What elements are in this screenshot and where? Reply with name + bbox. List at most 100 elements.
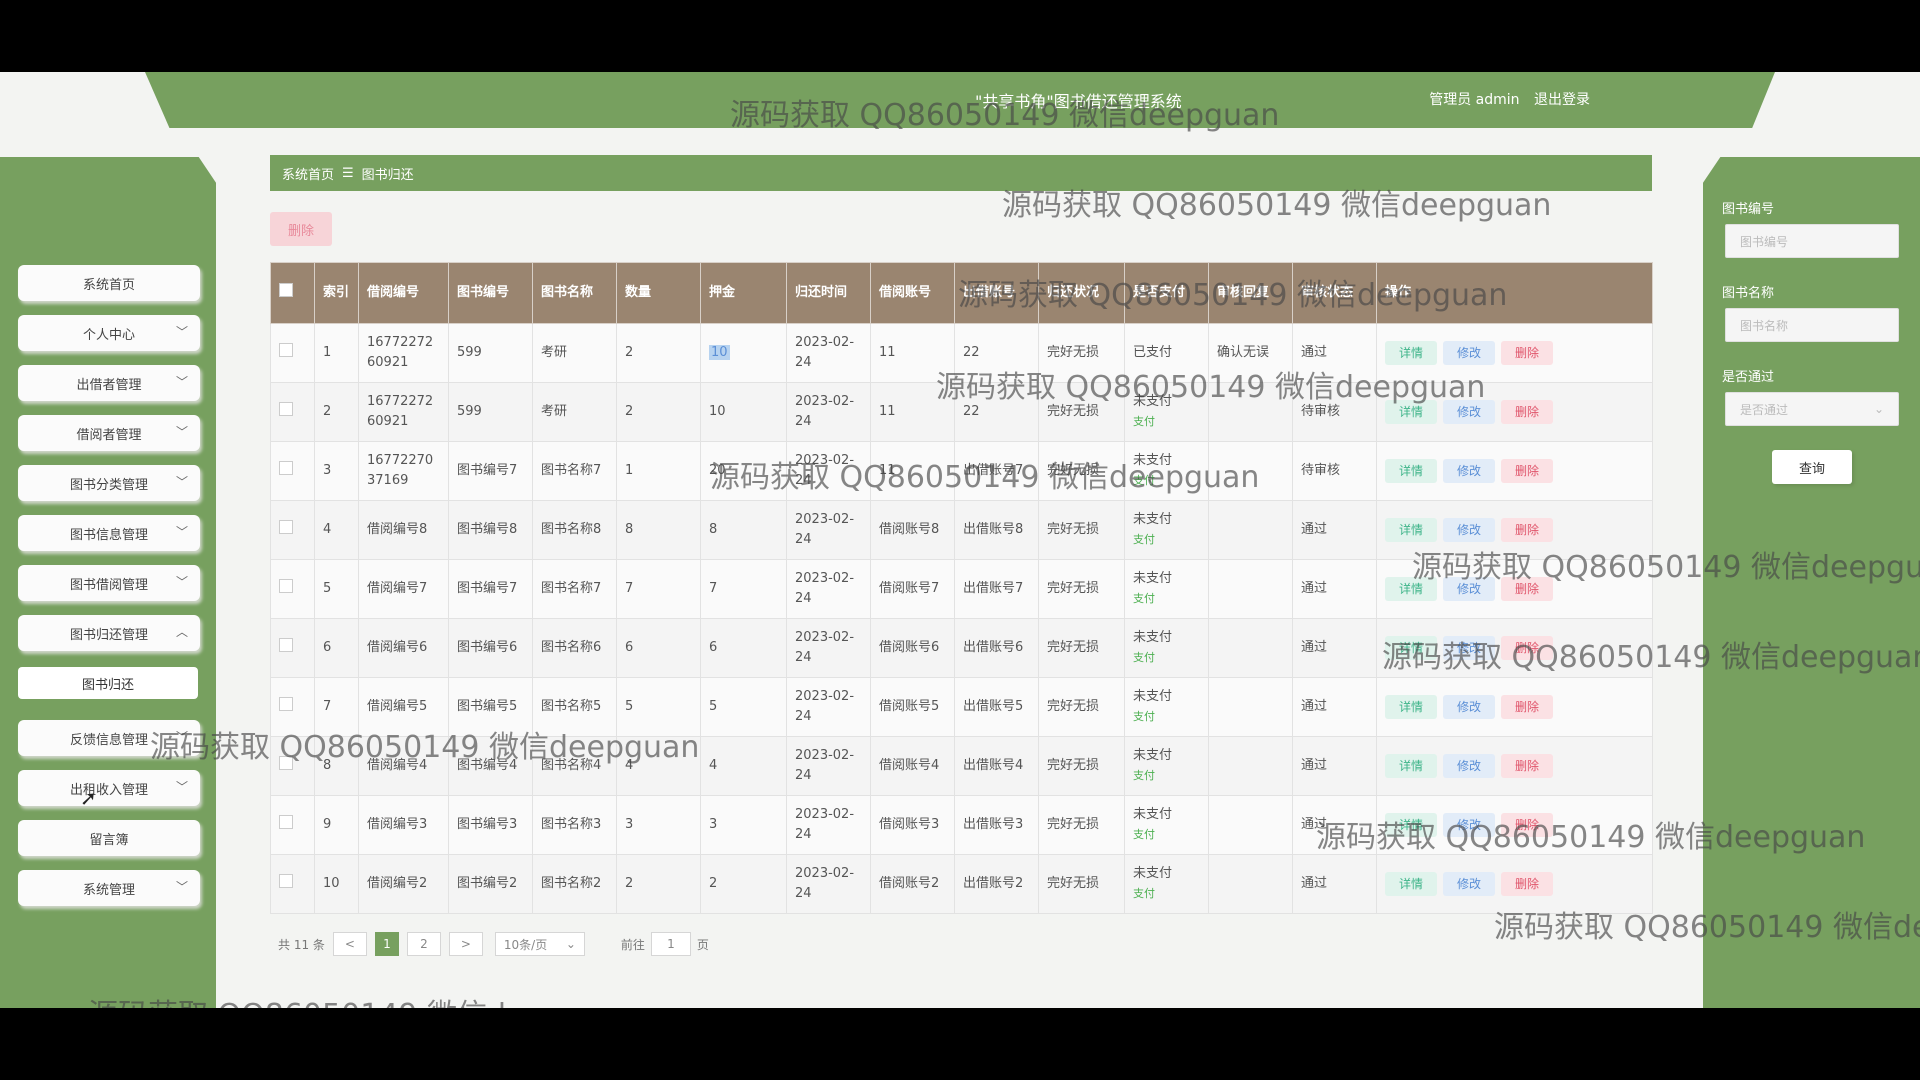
cell-text: 10 xyxy=(323,876,340,891)
prev-page-button[interactable]: < xyxy=(332,932,367,956)
sidebar-item[interactable]: 图书归还管理 ︿ xyxy=(18,615,200,651)
page-button-2[interactable]: 2 xyxy=(406,932,441,956)
cell-deposit: 3 xyxy=(700,795,787,855)
chevron-down-icon: ﹀ xyxy=(175,880,188,894)
row-checkbox[interactable] xyxy=(270,559,315,619)
sidebar-item[interactable]: 系统首页 xyxy=(18,265,200,301)
edit-button[interactable]: 修改 xyxy=(1443,636,1495,660)
breadcrumb-home[interactable]: 系统首页 xyxy=(282,164,334,183)
sidebar-item[interactable]: 留言簿 xyxy=(18,820,200,856)
edit-button[interactable]: 修改 xyxy=(1443,872,1495,896)
select-all-checkbox[interactable] xyxy=(270,262,315,324)
edit-button[interactable]: 修改 xyxy=(1443,695,1495,719)
cell-borrow-no: 借阅编号6 xyxy=(358,618,449,678)
pay-link[interactable]: 支付 xyxy=(1133,707,1200,727)
cell-text: 9 xyxy=(323,817,332,832)
delete-button[interactable]: 删除 xyxy=(1501,341,1553,365)
delete-button[interactable]: 删除 xyxy=(1501,400,1553,424)
edit-button[interactable]: 修改 xyxy=(1443,577,1495,601)
query-button[interactable]: 查询 xyxy=(1772,450,1852,484)
delete-button[interactable]: 删除 xyxy=(1501,813,1553,837)
goto-page-input[interactable]: 1 xyxy=(650,932,691,956)
detail-button[interactable]: 详情 xyxy=(1385,636,1437,660)
sidebar-item[interactable]: 反馈信息管理 ﹀ xyxy=(18,720,200,756)
cell-borrow-acct: 11 xyxy=(870,323,955,383)
sidebar-item[interactable]: 系统管理 ﹀ xyxy=(18,870,200,906)
chevron-down-icon: ﹀ xyxy=(175,375,188,389)
detail-button[interactable]: 详情 xyxy=(1385,872,1437,896)
page-button-1[interactable]: 1 xyxy=(374,932,399,956)
delete-button[interactable]: 删除 xyxy=(1501,695,1553,719)
delete-button[interactable]: 删除 xyxy=(1501,577,1553,601)
delete-button[interactable]: 删除 xyxy=(1501,636,1553,660)
cell-idx: 10 xyxy=(314,854,359,914)
sidebar-item[interactable]: 图书借阅管理 ﹀ xyxy=(18,565,200,601)
delete-button[interactable]: 删除 xyxy=(1501,754,1553,778)
delete-button[interactable]: 删除 xyxy=(1501,459,1553,483)
row-checkbox[interactable] xyxy=(270,795,315,855)
cell-qty: 2 xyxy=(616,854,701,914)
cell-return-time: 2023-02-24 xyxy=(786,736,871,796)
edit-button[interactable]: 修改 xyxy=(1443,754,1495,778)
row-checkbox[interactable] xyxy=(270,618,315,678)
cell-text: 图书名称8 xyxy=(541,522,602,537)
sidebar-subitem-return[interactable]: 图书归还 xyxy=(18,667,198,699)
page-size-select[interactable]: 10条/页 ⌄ xyxy=(494,932,585,956)
delete-button[interactable]: 删除 xyxy=(1501,872,1553,896)
row-checkbox[interactable] xyxy=(270,500,315,560)
edit-button[interactable]: 修改 xyxy=(1443,400,1495,424)
edit-button[interactable]: 修改 xyxy=(1443,813,1495,837)
edit-button[interactable]: 修改 xyxy=(1443,459,1495,483)
cell-text: 图书编号7 xyxy=(457,463,518,478)
pay-link[interactable]: 支付 xyxy=(1133,766,1200,786)
detail-button[interactable]: 详情 xyxy=(1385,341,1437,365)
cell-text: 借阅账号8 xyxy=(879,522,940,537)
cell-text: 通过 xyxy=(1301,758,1328,773)
pay-link[interactable]: 支付 xyxy=(1133,589,1200,609)
detail-button[interactable]: 详情 xyxy=(1385,400,1437,424)
passed-select[interactable]: 是否通过 ⌄ xyxy=(1725,392,1899,426)
cell-text: 出借账号2 xyxy=(963,876,1024,891)
detail-button[interactable]: 详情 xyxy=(1385,813,1437,837)
row-checkbox[interactable] xyxy=(270,677,315,737)
cell-paid: 未支付 支付 xyxy=(1124,677,1209,737)
pay-link[interactable]: 支付 xyxy=(1133,412,1200,432)
sidebar-item[interactable]: 图书信息管理 ﹀ xyxy=(18,515,200,551)
cell-borrow-no: 1677227037169 xyxy=(358,441,449,501)
cell-actions: 详情 修改 删除 xyxy=(1376,736,1653,796)
row-checkbox[interactable] xyxy=(270,854,315,914)
detail-button[interactable]: 详情 xyxy=(1385,754,1437,778)
row-checkbox[interactable] xyxy=(270,382,315,442)
logout-link[interactable]: 退出登录 xyxy=(1534,92,1590,108)
sidebar-item[interactable]: 借阅者管理 ﹀ xyxy=(18,415,200,451)
sidebar-item[interactable]: 出租收入管理 ﹀ xyxy=(18,770,200,806)
cell-text: 通过 xyxy=(1301,581,1328,596)
edit-button[interactable]: 修改 xyxy=(1443,518,1495,542)
row-checkbox[interactable] xyxy=(270,441,315,501)
book-name-input[interactable]: 图书名称 xyxy=(1725,308,1899,342)
row-checkbox[interactable] xyxy=(270,736,315,796)
pay-link[interactable]: 支付 xyxy=(1133,884,1200,904)
batch-delete-button[interactable]: 删除 xyxy=(270,212,332,246)
pay-link[interactable]: 支付 xyxy=(1133,825,1200,845)
edit-button[interactable]: 修改 xyxy=(1443,341,1495,365)
sidebar-item[interactable]: 图书分类管理 ﹀ xyxy=(18,465,200,501)
pay-link[interactable]: 支付 xyxy=(1133,471,1200,491)
delete-button[interactable]: 删除 xyxy=(1501,518,1553,542)
pay-link[interactable]: 支付 xyxy=(1133,648,1200,668)
book-no-input[interactable]: 图书编号 xyxy=(1725,224,1899,258)
next-page-button[interactable]: > xyxy=(448,932,483,956)
detail-button[interactable]: 详情 xyxy=(1385,459,1437,483)
cell-text: 完好无损 xyxy=(1047,581,1100,596)
pay-link[interactable]: 支付 xyxy=(1133,530,1200,550)
detail-button[interactable]: 详情 xyxy=(1385,518,1437,542)
sidebar-item[interactable]: 个人中心 ﹀ xyxy=(18,315,200,351)
detail-button[interactable]: 详情 xyxy=(1385,695,1437,719)
cell-reply: 确认无误 xyxy=(1208,323,1293,383)
sidebar-item[interactable]: 出借者管理 ﹀ xyxy=(18,365,200,401)
cell-borrow-acct: 11 xyxy=(870,382,955,442)
detail-button[interactable]: 详情 xyxy=(1385,577,1437,601)
row-checkbox[interactable] xyxy=(270,323,315,383)
cell-status: 待审核 xyxy=(1292,441,1377,501)
sidebar-item-label: 留言簿 xyxy=(89,832,129,848)
